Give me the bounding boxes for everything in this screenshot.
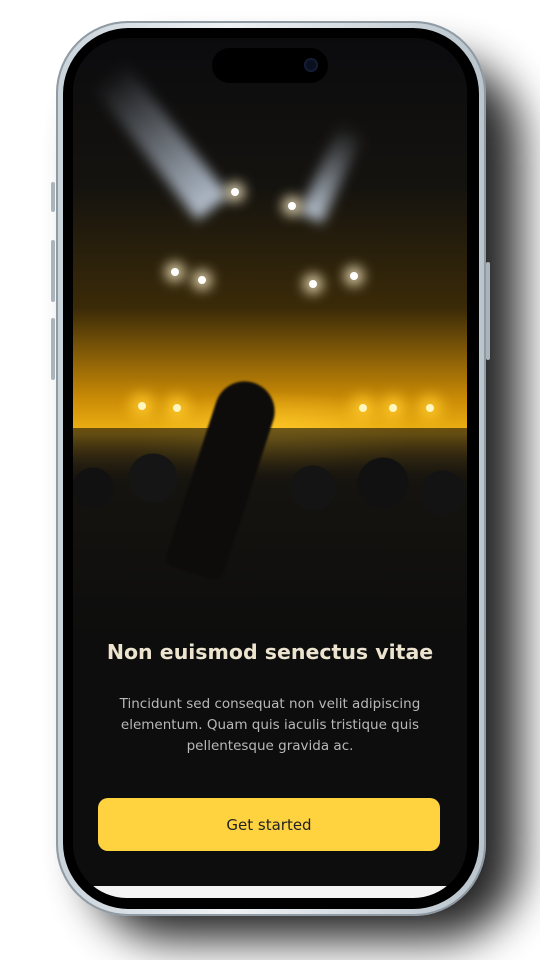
home-indicator-area bbox=[73, 886, 467, 898]
screen: Non euismod senectus vitae Tincidunt sed… bbox=[73, 38, 467, 898]
stage-light bbox=[350, 272, 358, 280]
stage-light bbox=[288, 202, 296, 210]
crowd-silhouette bbox=[73, 428, 467, 638]
action-button bbox=[51, 182, 55, 212]
stage-light bbox=[389, 404, 397, 412]
stage-light bbox=[309, 280, 317, 288]
dynamic-island bbox=[212, 48, 328, 83]
stage-light bbox=[173, 404, 181, 412]
power-button bbox=[486, 262, 490, 360]
concert-hero-image bbox=[73, 38, 467, 638]
volume-down-button bbox=[51, 318, 55, 380]
light-beam bbox=[92, 61, 229, 221]
stage-light bbox=[359, 404, 367, 412]
get-started-button[interactable]: Get started bbox=[98, 798, 440, 851]
stage-light bbox=[171, 268, 179, 276]
light-beam bbox=[299, 122, 365, 224]
stage-light bbox=[138, 402, 146, 410]
camera-icon bbox=[304, 58, 318, 72]
volume-up-button bbox=[51, 240, 55, 302]
stage-light bbox=[198, 276, 206, 284]
stage-light bbox=[426, 404, 434, 412]
stage-light bbox=[231, 188, 239, 196]
onboarding-title: Non euismod senectus vitae bbox=[106, 640, 434, 664]
onboarding-description: Tincidunt sed consequat non velit adipis… bbox=[119, 696, 421, 754]
